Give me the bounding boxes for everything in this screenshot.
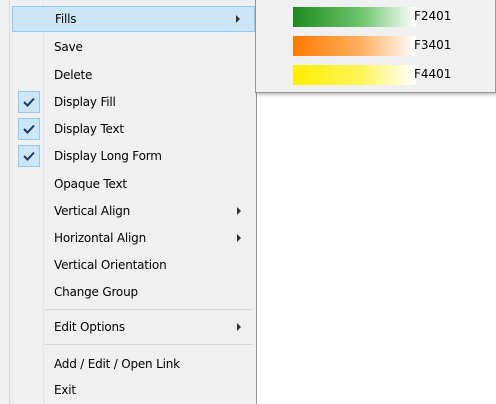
menu-item-add-edit-open-link[interactable]: Add / Edit / Open Link <box>12 351 255 377</box>
menu-item-label: Exit <box>54 383 76 397</box>
context-menu: Fills Save Delete Display Fill Display T… <box>9 0 257 404</box>
fills-submenu: F2401 F3401 F4401 <box>255 0 496 93</box>
menu-item-label: Display Fill <box>54 95 116 109</box>
chevron-right-icon <box>237 207 241 215</box>
menu-separator <box>45 344 253 345</box>
menu-item-edit-options[interactable]: Edit Options <box>12 314 255 340</box>
fill-swatch <box>293 65 416 85</box>
menu-item-opaque-text[interactable]: Opaque Text <box>12 171 255 197</box>
fill-item-label: F4401 <box>414 67 452 81</box>
menu-item-display-text[interactable]: Display Text <box>12 116 255 142</box>
chevron-right-icon <box>236 15 240 23</box>
menu-item-horizontal-align[interactable]: Horizontal Align <box>12 225 255 251</box>
menu-item-label: Display Text <box>54 122 124 136</box>
menu-item-label: Change Group <box>54 285 138 299</box>
menu-item-label: Horizontal Align <box>54 231 146 245</box>
chevron-right-icon <box>237 323 241 331</box>
chevron-right-icon <box>237 234 241 242</box>
menu-item-vertical-align[interactable]: Vertical Align <box>12 198 255 224</box>
menu-item-label: Display Long Form <box>54 149 162 163</box>
menu-item-change-group[interactable]: Change Group <box>12 279 255 305</box>
fill-item-f4401[interactable]: F4401 <box>256 61 495 87</box>
fill-swatch <box>293 36 416 56</box>
menu-separator <box>45 309 253 310</box>
menu-item-label: Save <box>54 40 83 54</box>
menu-item-label: Edit Options <box>54 320 125 334</box>
fill-item-label: F3401 <box>414 38 452 52</box>
menu-item-label: Delete <box>54 68 93 82</box>
menu-item-fills[interactable]: Fills <box>12 6 255 32</box>
check-icon <box>18 118 40 140</box>
background-window-edge <box>0 0 9 404</box>
menu-item-label: Vertical Orientation <box>54 258 167 272</box>
menu-item-delete[interactable]: Delete <box>12 62 255 88</box>
menu-item-display-long-form[interactable]: Display Long Form <box>12 143 255 169</box>
fill-item-f3401[interactable]: F3401 <box>256 32 495 58</box>
menu-item-save[interactable]: Save <box>12 34 255 60</box>
fill-item-f2401[interactable]: F2401 <box>256 3 495 29</box>
check-icon <box>18 91 40 113</box>
menu-item-label: Opaque Text <box>54 177 127 191</box>
menu-item-label: Vertical Align <box>54 204 131 218</box>
menu-item-display-fill[interactable]: Display Fill <box>12 89 255 115</box>
fill-item-label: F2401 <box>414 9 452 23</box>
check-icon <box>18 145 40 167</box>
menu-item-label: Fills <box>55 12 77 26</box>
menu-item-label: Add / Edit / Open Link <box>54 357 180 371</box>
menu-item-exit[interactable]: Exit <box>12 377 255 403</box>
menu-item-vertical-orientation[interactable]: Vertical Orientation <box>12 252 255 278</box>
fill-swatch <box>293 7 416 27</box>
